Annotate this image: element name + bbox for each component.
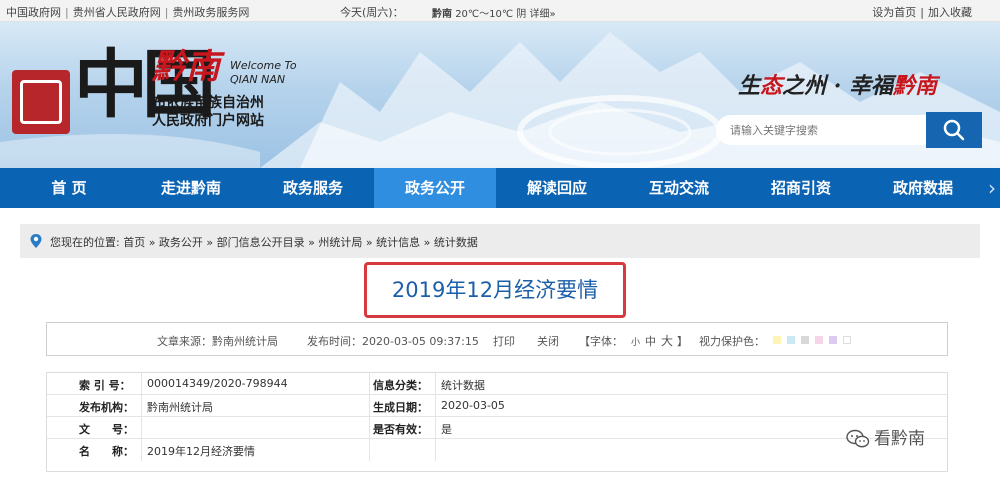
eye-color-swatch-white[interactable]: [843, 336, 851, 344]
weather-detail-link[interactable]: 详细»: [529, 9, 555, 20]
logo-subtitle: 布依族苗族自治州 人民政府门户网站: [152, 94, 264, 130]
set-home-link[interactable]: 设为首页: [872, 6, 916, 19]
org-label: 发布机构：: [79, 401, 134, 414]
subtitle-line-1: 布依族苗族自治州: [152, 95, 264, 111]
date-value: 2020-03-05: [441, 399, 505, 412]
nav-gov-data[interactable]: 政府数据: [862, 168, 984, 208]
date-label: 生成日期：: [373, 401, 428, 414]
font-label-end: 】: [677, 335, 688, 348]
main-nav: 首 页 走进黔南 政务服务 政务公开 解读回应 互动交流 招商引资 政府数据 ›: [0, 168, 1000, 208]
eye-color-swatch-purple[interactable]: [829, 336, 837, 344]
today-label: 今天(周六)：: [340, 6, 404, 19]
article-source: 文章来源：黔南州统计局: [157, 335, 278, 348]
article-meta-bar: 文章来源：黔南州统计局 发布时间：2020-03-05 09:37:15 打印 …: [46, 322, 948, 356]
title-highlight-box: 2019年12月经济要情: [364, 262, 626, 318]
nav-gov-disclosure[interactable]: 政务公开: [374, 168, 496, 208]
eye-color-swatch-pink[interactable]: [815, 336, 823, 344]
eye-color-swatch-yellow[interactable]: [773, 336, 781, 344]
valid-value: 是: [441, 423, 452, 436]
welcome-line-2: QIAN NAN: [230, 73, 286, 86]
eye-color-swatch-gray[interactable]: [801, 336, 809, 344]
nav-interpretation[interactable]: 解读回应: [496, 168, 618, 208]
font-label: 【字体：: [579, 335, 623, 348]
category-value: 统计数据: [441, 379, 485, 392]
table-row: 文 号： 是否有效： 是: [47, 417, 947, 439]
weather-info: 黔南 20℃～10℃ 阴 详细»: [432, 5, 556, 20]
category-label: 信息分类：: [373, 379, 428, 392]
search-input[interactable]: [716, 115, 926, 145]
watermark-text: 看黔南: [874, 429, 925, 449]
link-china-gov[interactable]: 中国政府网: [6, 6, 61, 19]
weather-city: 黔南: [432, 9, 452, 20]
add-favorite-link[interactable]: 加入收藏: [928, 6, 972, 19]
eye-protection-label: 视力保护色：: [699, 335, 765, 348]
location-pin-icon: [30, 234, 42, 248]
nav-interaction[interactable]: 互动交流: [618, 168, 740, 208]
wechat-watermark: 看黔南: [846, 424, 925, 449]
index-label: 索 引 号：: [79, 379, 131, 392]
header-banner: 中国 黔南 Welcome To QIAN NAN 布依族苗族自治州 人民政府门…: [0, 22, 1000, 168]
wechat-icon: [846, 429, 870, 448]
breadcrumb: 您现在的位置: 首页 » 政务公开 » 部门信息公开目录 » 州统计局 » 统计…: [20, 224, 980, 258]
publish-time: 发布时间：2020-03-05 09:37:15: [307, 335, 479, 348]
breadcrumb-text: 您现在的位置: 首页 » 政务公开 » 部门信息公开目录 » 州统计局 » 统计…: [50, 236, 478, 249]
table-row: 发布机构： 黔南州统计局 生成日期： 2020-03-05: [47, 395, 947, 417]
nav-investment[interactable]: 招商引资: [740, 168, 862, 208]
font-small-button[interactable]: 小: [631, 335, 640, 348]
index-value: 000014349/2020-798944: [147, 377, 288, 390]
search-icon: [943, 119, 965, 141]
valid-label: 是否有效：: [373, 423, 428, 436]
top-utility-bar: 中国政府网 | 贵州省人民政府网 | 贵州政务服务网 今天(周六)： 黔南 20℃～10…: [0, 0, 1000, 22]
org-value: 黔南州统计局: [147, 401, 213, 414]
eye-color-swatch-blue[interactable]: [787, 336, 795, 344]
top-right-links: 设为首页 | 加入收藏: [872, 6, 972, 19]
subtitle-line-2: 人民政府门户网站: [152, 113, 264, 129]
print-button[interactable]: 打印: [493, 333, 515, 349]
weather-state: 阴: [516, 9, 527, 20]
font-large-button[interactable]: 大: [661, 332, 673, 349]
weather-temp: 20℃～10℃: [455, 9, 514, 20]
table-row: 名 称： 2019年12月经济要情: [47, 439, 947, 461]
nav-about-qiannan[interactable]: 走进黔南: [130, 168, 252, 208]
close-button[interactable]: 关闭: [537, 333, 559, 349]
table-row: 索 引 号： 000014349/2020-798944 信息分类： 统计数据: [47, 373, 947, 395]
font-medium-button[interactable]: 中: [645, 333, 656, 349]
welcome-line-1: Welcome To: [230, 59, 297, 72]
slogan: 生态之州 · 幸福黔南: [738, 73, 938, 99]
logo-qiannan-text: 黔南: [152, 47, 220, 87]
link-guizhou-gov[interactable]: 贵州省人民政府网: [73, 6, 161, 19]
search-button[interactable]: [926, 112, 982, 148]
name-label: 名 称：: [79, 445, 134, 458]
article-title: 2019年12月经济要情: [391, 278, 599, 302]
info-table: 索 引 号： 000014349/2020-798944 信息分类： 统计数据 …: [46, 372, 948, 472]
link-guizhou-service[interactable]: 贵州政务服务网: [172, 6, 249, 19]
name-value: 2019年12月经济要情: [147, 445, 255, 458]
nav-next-arrow-icon[interactable]: ›: [988, 176, 996, 200]
logo-welcome: Welcome To QIAN NAN: [230, 59, 297, 87]
nav-home[interactable]: 首 页: [8, 168, 130, 208]
doc-number-label: 文 号：: [79, 423, 134, 436]
nav-gov-services[interactable]: 政务服务: [252, 168, 374, 208]
logo-emblem-icon: [12, 70, 70, 134]
top-links: 中国政府网 | 贵州省人民政府网 | 贵州政务服务网: [6, 6, 250, 19]
